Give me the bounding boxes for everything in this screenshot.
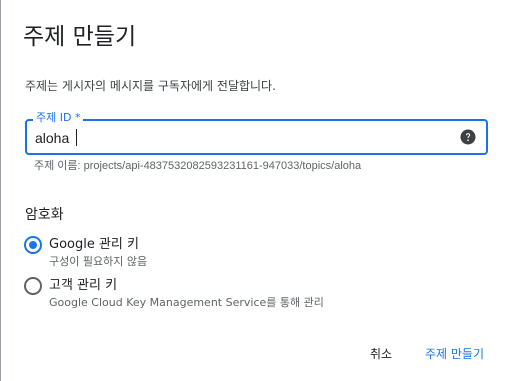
- radio-button-unchecked[interactable]: [24, 277, 42, 295]
- topic-id-field[interactable]: 주제 ID *: [25, 111, 488, 155]
- radio-dot: [29, 241, 37, 249]
- encryption-heading: 암호화: [25, 207, 64, 223]
- create-topic-dialog: 주제 만들기 주제는 게시자의 메시지를 구독자에게 전달합니다. 주제 ID …: [0, 0, 505, 381]
- dialog-left-edge: [0, 0, 1, 381]
- radio-button-checked[interactable]: [24, 236, 42, 254]
- topic-name-hint: 주제 이름: projects/api-4837532082593231161-…: [34, 160, 362, 172]
- topic-id-label: 주제 ID *: [33, 111, 84, 125]
- radio-customer-managed-key-description: Google Cloud Key Management Service를 통해 …: [49, 296, 324, 309]
- dialog-description: 주제는 게시자의 메시지를 구독자에게 전달합니다.: [25, 79, 276, 93]
- radio-google-managed-key-description: 구성이 필요하지 않음: [49, 255, 148, 268]
- text-cursor: [76, 129, 77, 146]
- topic-id-input[interactable]: [35, 128, 445, 148]
- create-topic-button[interactable]: 주제 만들기: [425, 342, 484, 366]
- cancel-button[interactable]: 취소: [370, 342, 392, 366]
- radio-customer-managed-key-label: 고객 관리 키: [49, 278, 118, 293]
- radio-google-managed-key-label: Google 관리 키: [49, 237, 139, 252]
- help-circle-icon[interactable]: [460, 129, 476, 145]
- dialog-title: 주제 만들기: [23, 24, 137, 50]
